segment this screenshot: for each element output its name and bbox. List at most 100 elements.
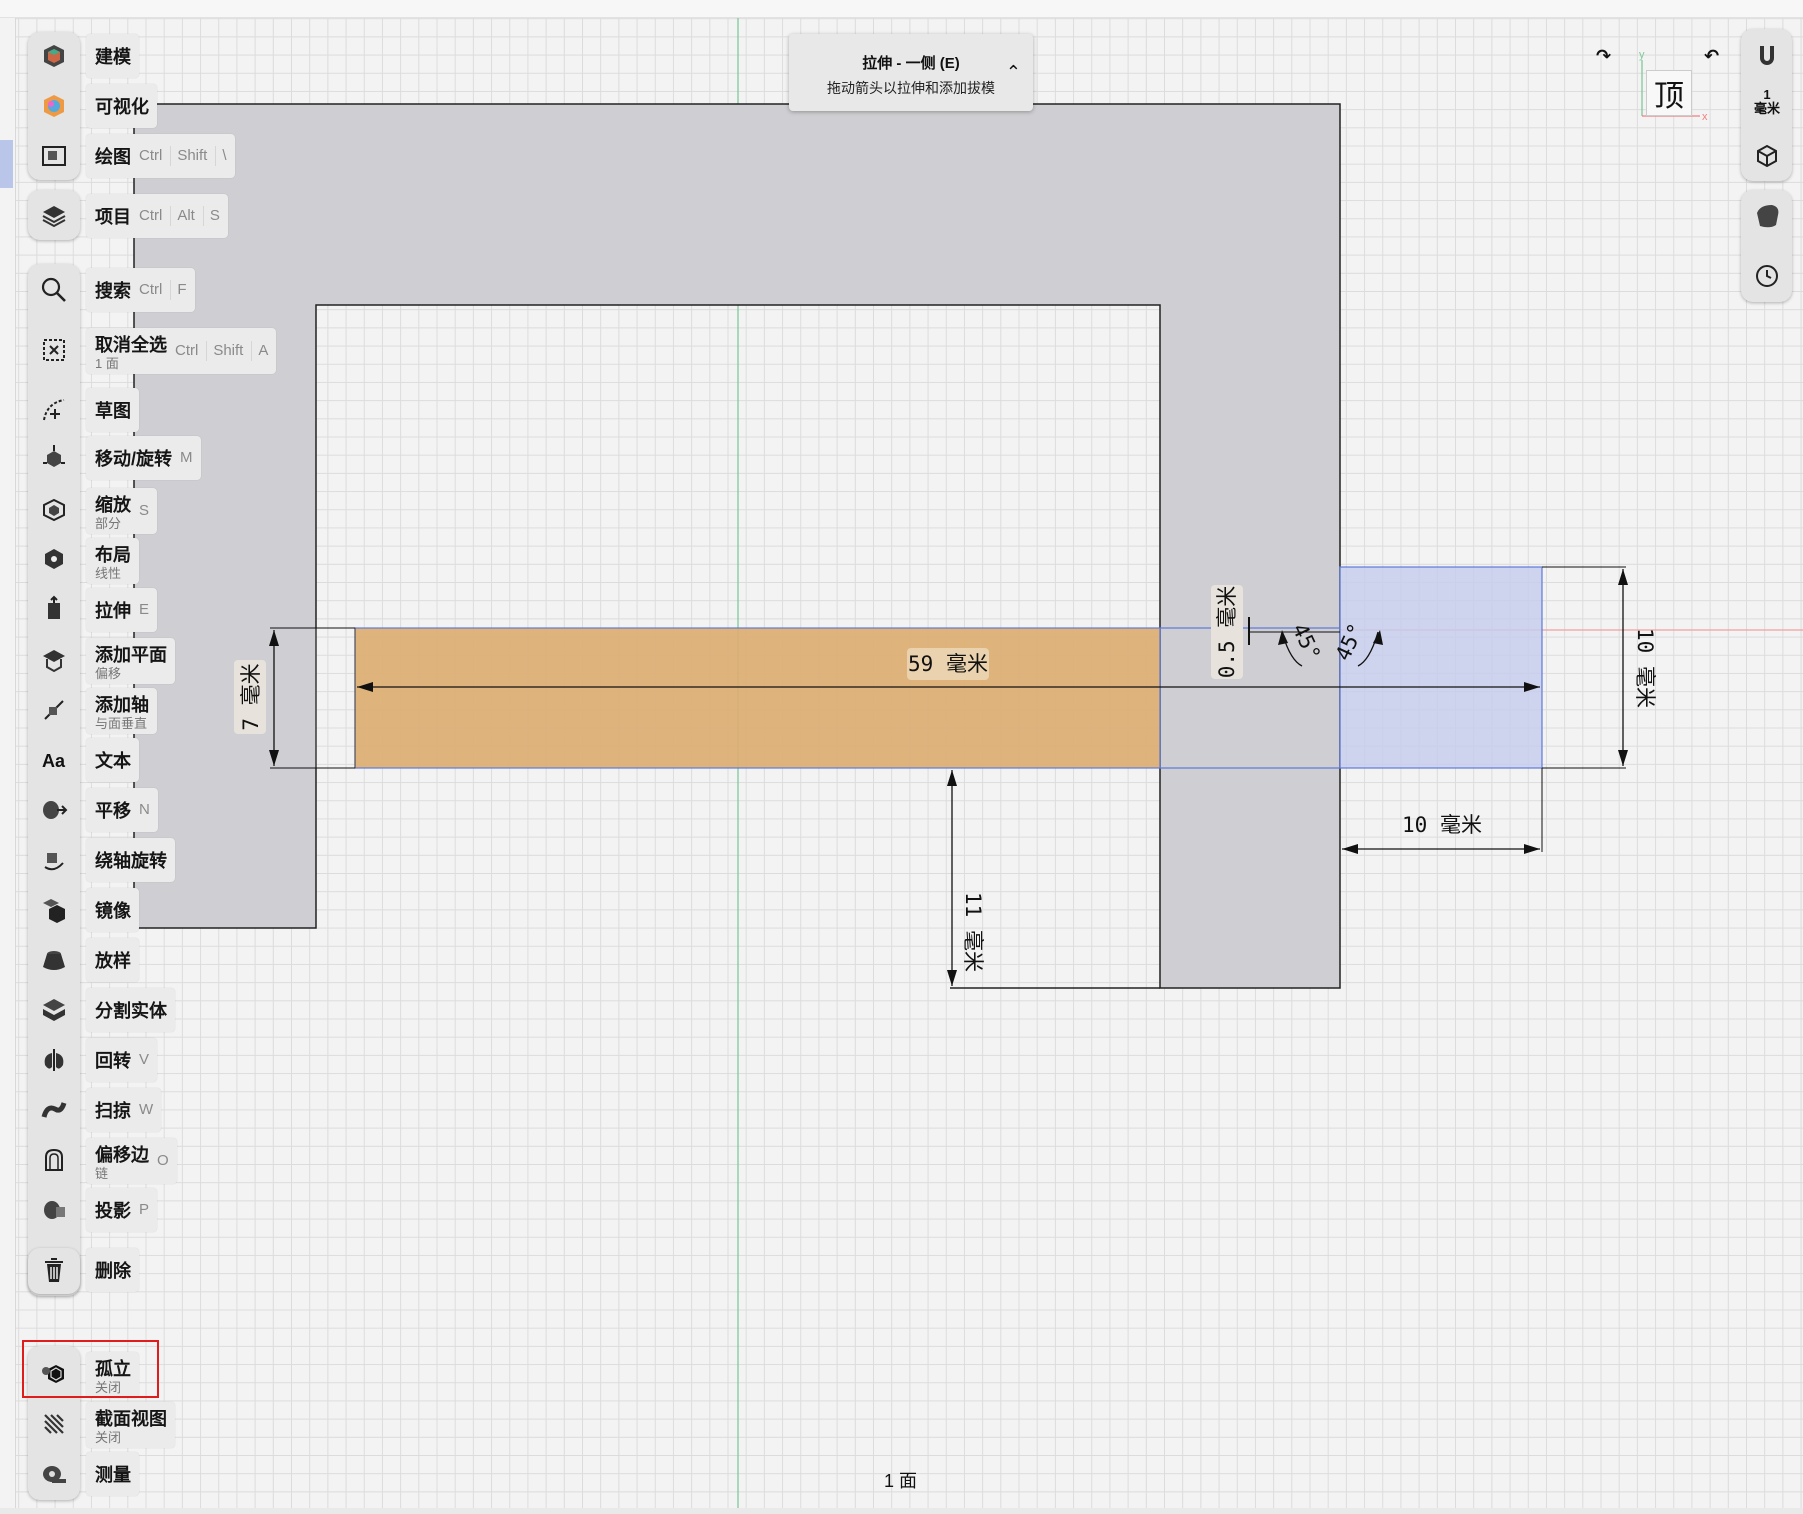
tool-label-25[interactable]: 截面视图 关闭 [86,1402,175,1448]
tool-button-16[interactable] [32,888,76,932]
tool-subtitle: 链 [95,1166,109,1181]
tool-label-17[interactable]: 放样 [86,938,139,982]
tool-label-2[interactable]: 绘图 Ctrl Shift \ [86,134,235,178]
tool-label-20[interactable]: 扫掠 W [86,1088,162,1132]
tool-button-3[interactable] [32,194,76,238]
dim-gap-label: 0.5 毫米 [1215,586,1239,679]
tool-button-2[interactable] [32,134,76,178]
drawing-icon [42,146,66,166]
shortcut-key: Ctrl [175,342,199,359]
tool-button-11[interactable] [32,638,76,682]
tool-button-17[interactable] [32,938,76,982]
tool-label-12[interactable]: 添加轴 与面垂直 [86,688,157,734]
shortcut-key: P [139,1201,150,1218]
tool-title: 搜索 [95,281,131,301]
tool-label-1[interactable]: 可视化 [86,84,157,128]
dim-arrow [1524,844,1540,854]
view-cube-button[interactable] [1745,134,1789,178]
tool-button-26[interactable] [32,1452,76,1496]
tool-label-14[interactable]: 平移 N [86,788,158,832]
pattern-icon [45,549,63,569]
tool-label-0[interactable]: 建模 [86,34,139,78]
tool-label-5[interactable]: 取消全选 1 面 Ctrl Shift A [86,328,277,374]
tool-label-13[interactable]: 文本 [86,738,139,782]
tool-label-26[interactable]: 测量 [86,1452,139,1496]
dim-arrow [1342,844,1358,854]
tool-label-4[interactable]: 搜索 Ctrl F [86,268,195,312]
tool-button-21[interactable] [32,1138,76,1182]
tool-button-8[interactable] [32,488,76,532]
tool-button-0[interactable] [32,34,76,78]
tool-button-19[interactable] [32,1038,76,1082]
shortcut-key: S [202,206,220,226]
tool-button-20[interactable] [32,1088,76,1132]
tool-label-8[interactable]: 缩放 部分 S [86,488,158,534]
tool-label-19[interactable]: 回转 V [86,1038,158,1082]
tool-label-6[interactable]: 草图 [86,388,139,432]
scale-unit: 毫米 [1753,101,1780,116]
tool-button-12[interactable] [32,688,76,732]
extrude-face[interactable] [354,627,1161,769]
tool-button-1[interactable] [32,84,76,128]
undo-icon[interactable]: ↶ [1704,46,1719,67]
add-plane-icon [43,650,65,673]
dim-length-label: 59 毫米 [908,652,988,676]
tool-label-21[interactable]: 偏移边链 O [86,1138,177,1184]
shortcut-key: E [139,601,150,618]
tool-label-15[interactable]: 绕轴旋转 [86,838,175,882]
dim-arrow [1618,750,1628,766]
modeling-icon [44,45,64,67]
tool-label-11[interactable]: 添加平面 偏移 [86,638,175,684]
viewport-canvas[interactable]: 59 毫米 7 毫米 11 毫米 10 毫米 10 毫米 0.5 毫米 45° … [0,0,1803,1514]
gray-body[interactable] [133,103,1341,989]
tool-button-14[interactable] [32,788,76,832]
text-icon: Aa [42,751,66,771]
tool-button-5[interactable] [32,328,76,372]
appearance-button[interactable] [1745,194,1789,238]
redo-icon[interactable]: ↷ [1596,46,1611,67]
grid-scale[interactable]: 1 毫米 [1745,88,1789,116]
cube-face-label: 顶 [1654,80,1684,113]
history-button[interactable] [1745,254,1789,298]
shortcut-key: N [139,801,150,818]
tool-label-16[interactable]: 镜像 [86,888,139,932]
extrude-icon [48,595,60,619]
tool-button-22[interactable] [32,1188,76,1232]
tool-title: 缩放 [95,495,131,515]
shortcut-key: Ctrl [139,281,163,298]
tool-label-18[interactable]: 分割实体 [86,988,175,1032]
scale-value: 1 [1763,87,1771,102]
tool-button-25[interactable] [32,1402,76,1446]
shortcut-key: W [139,1101,154,1118]
clock-icon [1756,265,1778,287]
tool-button-15[interactable] [32,838,76,882]
measure-icon [43,1466,66,1483]
tool-button-23[interactable] [32,1248,76,1292]
tool-button-13[interactable]: Aa [32,738,76,782]
tool-title: 绘图 [95,147,131,167]
tool-label-7[interactable]: 移动/旋转 M [86,436,201,480]
tool-label-10[interactable]: 拉伸 E [86,588,158,632]
tool-button-4[interactable] [32,268,76,312]
tool-label-23[interactable]: 删除 [86,1248,139,1292]
tool-title: 添加平面 [95,645,167,665]
selection-region[interactable] [1339,566,1543,769]
tool-label-3[interactable]: 项目 Ctrl Alt S [86,194,228,238]
magnet-icon [1760,46,1774,65]
tool-button-9[interactable] [32,538,76,582]
tool-title: 删除 [95,1261,131,1281]
snap-magnet-button[interactable] [1745,34,1789,78]
tool-button-10[interactable] [32,588,76,632]
tool-label-22[interactable]: 投影 P [86,1188,158,1232]
tool-button-7[interactable] [32,436,76,480]
tool-label-9[interactable]: 布局 线性 [86,538,139,584]
view-orientation-cube[interactable]: 顶 [1646,70,1692,116]
tool-button-6[interactable] [32,388,76,432]
trash-icon [45,1258,63,1282]
svg-text:Aa: Aa [42,751,66,771]
tool-button-18[interactable] [32,988,76,1032]
tool-title: 分割实体 [95,1001,167,1021]
selection-count: 1 面 [884,1471,918,1491]
tool-title: 草图 [95,401,131,421]
collapse-caret-icon[interactable]: ⌃ [1006,62,1021,83]
